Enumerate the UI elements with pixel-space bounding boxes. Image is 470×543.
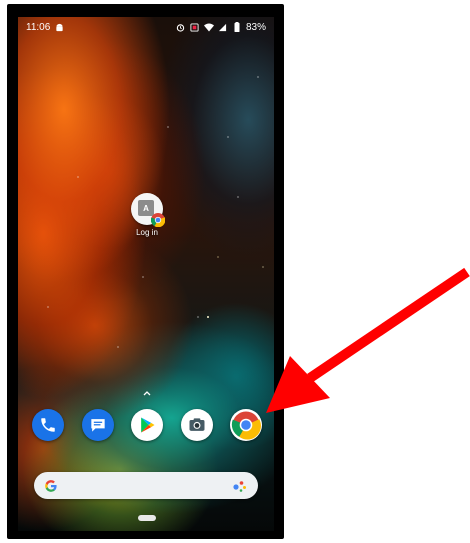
chrome-icon [151, 213, 165, 227]
status-time: 11:06 [26, 21, 51, 33]
messages-icon [90, 419, 105, 432]
play-store-icon [141, 417, 155, 433]
google-assistant-icon[interactable] [232, 479, 248, 493]
alarm-icon [176, 22, 186, 32]
camera-app[interactable] [180, 409, 213, 441]
shortcut-icon: A [131, 193, 165, 227]
android-icon [54, 22, 64, 32]
home-button[interactable] [138, 515, 156, 521]
status-left: 11:06 [26, 22, 64, 33]
chevron-up-icon [143, 391, 151, 396]
red-arrow-annotation [266, 267, 470, 413]
wifi-icon [203, 22, 214, 32]
battery-icon [232, 22, 242, 32]
phone-icon [41, 418, 55, 432]
camera-icon [189, 418, 204, 431]
shortcut-label: Log in [136, 228, 158, 237]
home-screen[interactable]: 11:06 83% A Log in [18, 17, 274, 531]
status-bar: 11:06 83% [18, 17, 274, 37]
chrome-icon [231, 411, 261, 440]
google-g-icon [45, 479, 57, 492]
battery-percent: 83% [245, 21, 266, 33]
login-shortcut[interactable]: A Log in [125, 193, 169, 237]
play-store-app[interactable] [131, 409, 163, 441]
dock [32, 407, 262, 443]
nfc-icon [190, 22, 200, 32]
wallpaper-stars [18, 17, 274, 531]
messages-app[interactable] [81, 409, 114, 441]
google-search-bar[interactable] [34, 472, 258, 499]
signal-icon [218, 22, 228, 32]
chrome-app[interactable] [230, 409, 262, 441]
stage: 11:06 83% A Log in [0, 0, 470, 543]
phone-app[interactable] [32, 409, 64, 441]
status-right: 83% [176, 22, 266, 33]
phone-frame: 11:06 83% A Log in [7, 4, 284, 539]
